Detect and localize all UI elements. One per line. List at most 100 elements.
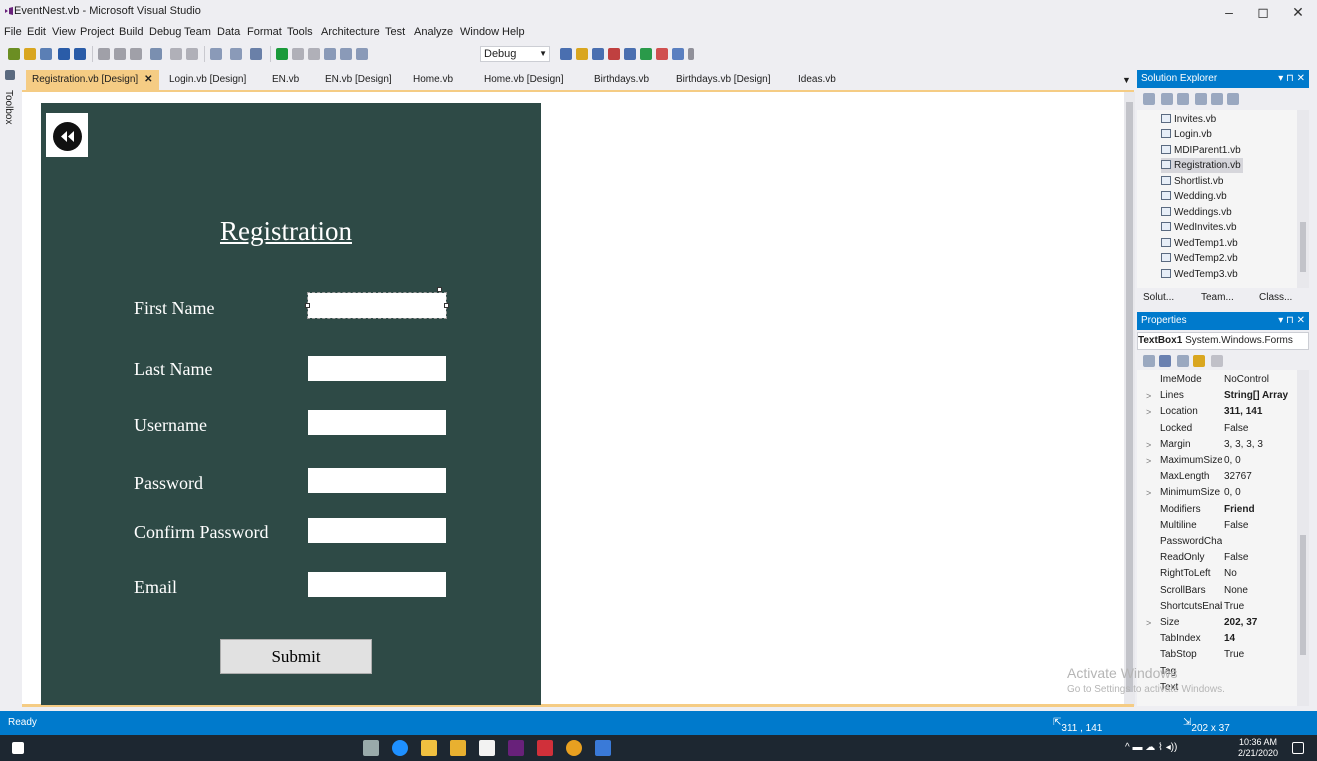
tab-birthdays-design[interactable]: Birthdays.vb [Design] bbox=[676, 70, 771, 90]
scrollbar-thumb[interactable] bbox=[1300, 222, 1306, 272]
tree-item[interactable]: WedInvites.vb bbox=[1161, 220, 1237, 235]
property-row[interactable]: TabStop True bbox=[1137, 647, 1297, 663]
order-icon[interactable] bbox=[624, 48, 636, 60]
confirm-password-textbox[interactable] bbox=[308, 518, 446, 543]
smart-tag-handle[interactable] bbox=[437, 287, 442, 292]
tab-solution-explorer[interactable]: Solut... bbox=[1143, 292, 1174, 303]
menu-build[interactable]: Build bbox=[119, 26, 143, 38]
property-row[interactable]: PasswordChar bbox=[1137, 534, 1297, 550]
tab-class-view[interactable]: Class... bbox=[1259, 292, 1292, 303]
menu-architecture[interactable]: Architecture bbox=[321, 26, 380, 38]
tab-ideas[interactable]: Ideas.vb bbox=[798, 70, 836, 90]
property-value[interactable]: NoControl bbox=[1224, 372, 1269, 388]
menu-analyze[interactable]: Analyze bbox=[414, 26, 453, 38]
tree-item-selected[interactable]: Registration.vb bbox=[1161, 158, 1243, 173]
toolbox-tab[interactable]: Toolbox bbox=[3, 90, 14, 124]
maximize-button[interactable]: ◻ bbox=[1246, 2, 1280, 22]
start-icon[interactable] bbox=[12, 742, 24, 754]
property-row[interactable]: Locked False bbox=[1137, 421, 1297, 437]
close-icon[interactable]: ✕ bbox=[144, 74, 152, 85]
properties-icon[interactable] bbox=[1227, 93, 1239, 105]
property-value[interactable]: 3, 3, 3, 3 bbox=[1224, 437, 1263, 453]
resize-handle[interactable] bbox=[444, 303, 449, 308]
property-row[interactable]: RightToLeft No bbox=[1137, 566, 1297, 582]
tab-list-dropdown-icon[interactable]: ▼ bbox=[1122, 70, 1136, 90]
back-button[interactable] bbox=[46, 113, 88, 157]
submit-button[interactable]: Submit bbox=[220, 639, 372, 674]
menu-project[interactable]: Project bbox=[80, 26, 114, 38]
chrome-icon[interactable] bbox=[566, 740, 582, 756]
tree-item[interactable]: WedTemp3.vb bbox=[1161, 267, 1238, 282]
tree-item[interactable]: MDIParent1.vb bbox=[1161, 143, 1241, 158]
visual-studio-icon[interactable] bbox=[508, 740, 524, 756]
tab-order-icon[interactable] bbox=[656, 48, 668, 60]
center-icon[interactable] bbox=[608, 48, 620, 60]
align-icon[interactable] bbox=[560, 48, 572, 60]
menu-format[interactable]: Format bbox=[247, 26, 282, 38]
username-textbox[interactable] bbox=[308, 410, 446, 435]
tab-registration-design[interactable]: Registration.vb [Design] ✕ bbox=[26, 70, 159, 90]
property-row[interactable]: Multiline False bbox=[1137, 518, 1297, 534]
property-row[interactable]: > Location 311, 141 bbox=[1137, 404, 1297, 420]
property-value[interactable]: Friend bbox=[1224, 502, 1255, 518]
new-project-icon[interactable] bbox=[8, 48, 20, 60]
pause-icon[interactable] bbox=[292, 48, 304, 60]
property-value[interactable]: 0, 0 bbox=[1224, 453, 1241, 469]
property-value[interactable]: No bbox=[1224, 566, 1237, 582]
find-icon[interactable] bbox=[150, 48, 162, 60]
mail-icon[interactable] bbox=[479, 740, 495, 756]
designer-scrollbar[interactable] bbox=[1124, 92, 1135, 706]
expand-chevron-icon[interactable]: > bbox=[1146, 437, 1151, 453]
resize-handle[interactable] bbox=[305, 303, 310, 308]
file-explorer-icon[interactable] bbox=[450, 740, 466, 756]
property-row[interactable]: > MaximumSize 0, 0 bbox=[1137, 453, 1297, 469]
properties-object-selector[interactable]: TextBox1 System.Windows.Forms bbox=[1137, 332, 1309, 350]
step-over-icon[interactable] bbox=[340, 48, 352, 60]
tab-login-design[interactable]: Login.vb [Design] bbox=[169, 70, 246, 90]
cut-icon[interactable] bbox=[98, 48, 110, 60]
email-textbox[interactable] bbox=[308, 572, 446, 597]
solution-explorer-scrollbar[interactable] bbox=[1297, 110, 1309, 288]
property-row[interactable]: > Lines String[] Array bbox=[1137, 388, 1297, 404]
copy-icon[interactable] bbox=[114, 48, 126, 60]
paint-icon[interactable] bbox=[537, 740, 553, 756]
tree-item[interactable]: WedTemp1.vb bbox=[1161, 236, 1238, 251]
menu-file[interactable]: File bbox=[4, 26, 22, 38]
start-debug-icon[interactable] bbox=[276, 48, 288, 60]
property-value[interactable]: False bbox=[1224, 518, 1248, 534]
tree-item[interactable]: Weddings.vb bbox=[1161, 205, 1232, 220]
show-all-files-icon[interactable] bbox=[1211, 93, 1223, 105]
tree-item[interactable]: Login.vb bbox=[1161, 127, 1212, 142]
pane-controls-icon[interactable]: ▾ ⊓ ✕ bbox=[1278, 70, 1305, 88]
save-all-icon[interactable] bbox=[74, 48, 86, 60]
scrollbar-thumb[interactable] bbox=[1300, 535, 1306, 655]
tab-team-explorer[interactable]: Team... bbox=[1201, 292, 1234, 303]
minimize-button[interactable]: – bbox=[1212, 2, 1246, 22]
pane-controls-icon[interactable]: ▾ ⊓ ✕ bbox=[1278, 312, 1305, 330]
step-out-icon[interactable] bbox=[356, 48, 368, 60]
action-center-icon[interactable] bbox=[1292, 742, 1304, 754]
notepad-icon[interactable] bbox=[595, 740, 611, 756]
tree-item[interactable]: Invites.vb bbox=[1161, 112, 1216, 127]
registration-form[interactable]: Registration First Name Last Name Userna… bbox=[41, 103, 541, 705]
last-name-textbox[interactable] bbox=[308, 356, 446, 381]
property-value[interactable]: True bbox=[1224, 599, 1244, 615]
menu-view[interactable]: View bbox=[52, 26, 76, 38]
property-row[interactable]: ShortcutsEnabledTrue bbox=[1137, 599, 1297, 615]
save-icon[interactable] bbox=[58, 48, 70, 60]
navigate-icon[interactable] bbox=[250, 48, 262, 60]
task-view-icon[interactable] bbox=[363, 740, 379, 756]
tree-item[interactable]: WedTemp2.vb bbox=[1161, 251, 1238, 266]
toolbar-overflow-icon[interactable] bbox=[688, 48, 694, 60]
properties-scrollbar[interactable] bbox=[1297, 370, 1309, 706]
expand-chevron-icon[interactable]: > bbox=[1146, 485, 1151, 501]
tree-item[interactable]: Wedding.vb bbox=[1161, 189, 1227, 204]
property-value[interactable]: None bbox=[1224, 583, 1248, 599]
property-value[interactable]: 14 bbox=[1224, 631, 1235, 647]
property-row[interactable]: > Size 202, 37 bbox=[1137, 615, 1297, 631]
property-value[interactable]: False bbox=[1224, 550, 1248, 566]
toolbox-pin-icon[interactable] bbox=[5, 70, 15, 80]
first-name-textbox[interactable] bbox=[307, 292, 447, 319]
lock-controls-icon[interactable] bbox=[640, 48, 652, 60]
property-row[interactable]: ReadOnly False bbox=[1137, 550, 1297, 566]
